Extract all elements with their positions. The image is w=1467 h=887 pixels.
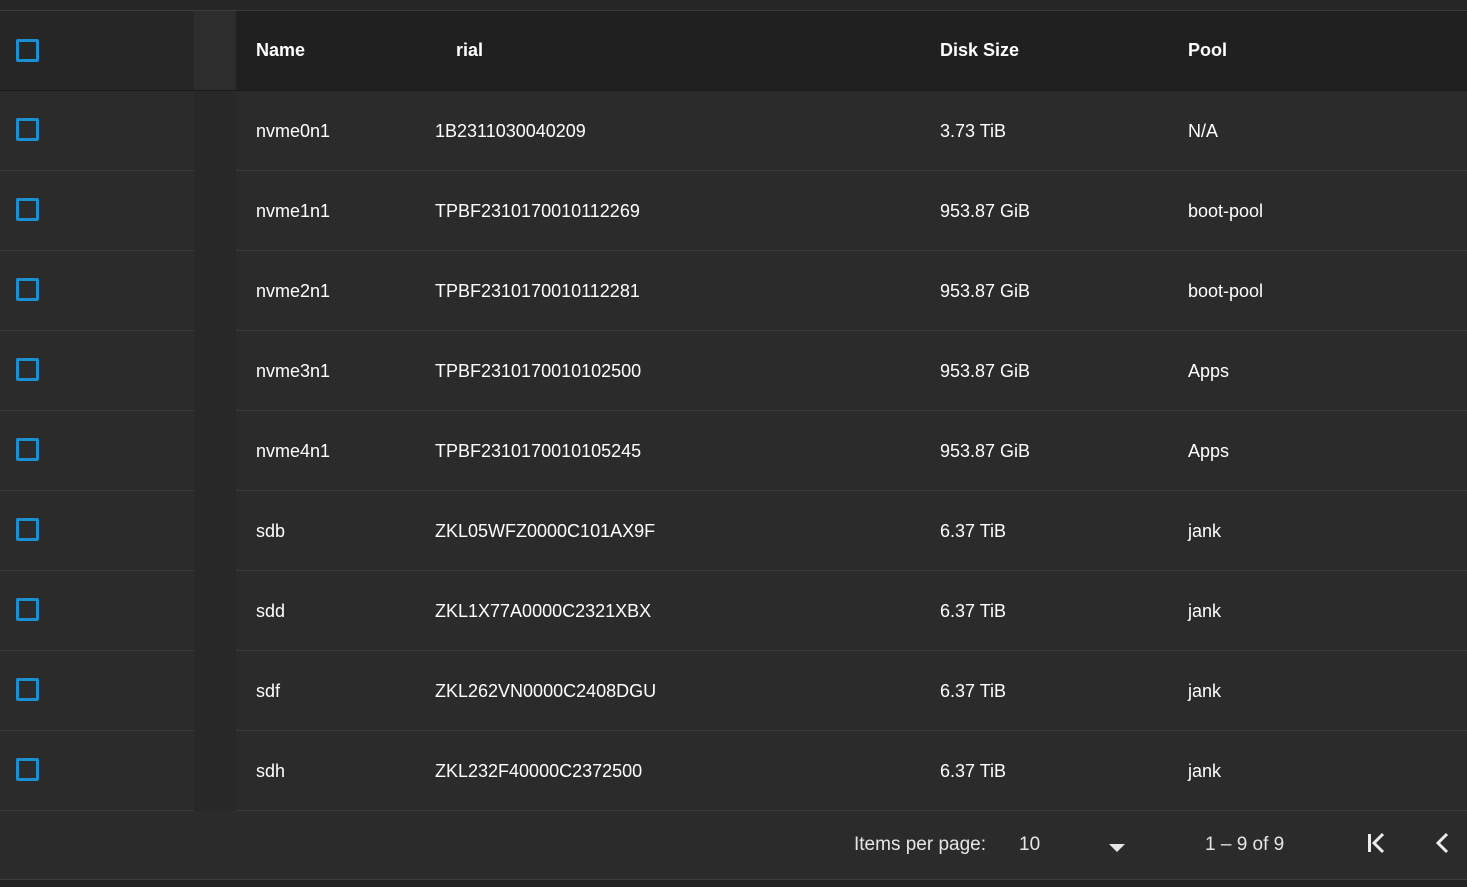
cell-serial: 1B2311030040209	[435, 121, 586, 141]
table-row[interactable]: nvme4n1 TPBF2310170010105245 953.87 GiB App…	[0, 411, 1467, 491]
column-header-disk-size[interactable]: Disk Size	[940, 11, 1019, 90]
cell-pool: jank	[1188, 521, 1222, 541]
cell-serial: ZKL262VN0000C2408DGU	[435, 681, 657, 701]
cell-pool: jank	[1188, 681, 1222, 701]
cell-disk-size: 6.37 TiB	[940, 681, 1007, 701]
table-row[interactable]: sdd ZKL1X77A0000C2321XBX 6.37 TiB jank	[0, 571, 1467, 651]
table-row[interactable]: nvme3n1 TPBF2310170010102500 953.87 GiB App…	[0, 331, 1467, 411]
row-spacer	[194, 171, 236, 251]
cell-serial: ZKL232F40000C2372500	[435, 761, 643, 781]
cell-disk-size: 953.87 GiB	[940, 201, 1031, 221]
cell-name: nvme1n1	[256, 201, 331, 221]
table-header: Name rial Disk Size Pool	[0, 11, 1467, 91]
select-all-checkbox[interactable]	[16, 39, 39, 62]
items-per-page-label: Items per page:	[854, 834, 987, 855]
row-spacer	[194, 411, 236, 491]
first-page-icon	[1364, 831, 1388, 860]
column-header-pool[interactable]: Pool	[1188, 11, 1227, 90]
cell-disk-size: 6.37 TiB	[940, 761, 1007, 781]
cell-serial: TPBF2310170010102500	[435, 361, 642, 381]
cell-disk-size: 953.87 GiB	[940, 281, 1031, 301]
cell-disk-size: 6.37 TiB	[940, 521, 1007, 541]
cell-serial: ZKL05WFZ0000C101AX9F	[435, 521, 656, 541]
row-checkbox[interactable]	[16, 758, 39, 781]
row-spacer	[194, 571, 236, 651]
row-checkbox[interactable]	[16, 118, 39, 141]
page-size-select[interactable]: 10	[1010, 821, 1140, 869]
row-spacer	[194, 731, 236, 811]
column-header-serial[interactable]: rial	[456, 11, 483, 90]
column-header-name[interactable]: Name	[256, 11, 305, 90]
cell-name: nvme2n1	[256, 281, 331, 301]
table-row[interactable]: nvme1n1 TPBF2310170010112269 953.87 GiB boo…	[0, 171, 1467, 251]
top-edge-strip	[0, 0, 1467, 11]
cell-serial: ZKL1X77A0000C2321XBX	[435, 601, 652, 621]
cell-serial: TPBF2310170010112269	[435, 201, 640, 221]
cell-name: sdh	[256, 761, 286, 781]
cell-name: nvme3n1	[256, 361, 331, 381]
caret-down-icon	[1108, 840, 1126, 858]
header-select-cell	[0, 11, 194, 90]
cell-serial: TPBF2310170010105245	[435, 441, 642, 461]
cell-name: nvme4n1	[256, 441, 331, 461]
cell-pool: jank	[1188, 601, 1222, 621]
table-row[interactable]: nvme0n1 1B2311030040209 3.73 TiB N/A	[0, 91, 1467, 171]
range-label: 1 – 9 of 9	[1205, 834, 1285, 855]
chevron-left-icon	[1430, 831, 1454, 860]
cell-disk-size: 6.37 TiB	[940, 601, 1007, 621]
row-checkbox[interactable]	[16, 358, 39, 381]
row-spacer	[194, 331, 236, 411]
cell-disk-size: 3.73 TiB	[940, 121, 1007, 141]
cell-pool: jank	[1188, 761, 1222, 781]
cell-pool: boot-pool	[1188, 281, 1264, 301]
paginator: Items per page: 10 1 – 9 of 9	[0, 811, 1467, 879]
table-row[interactable]: sdh ZKL232F40000C2372500 6.37 TiB jank	[0, 731, 1467, 811]
row-spacer	[194, 651, 236, 731]
cell-pool: Apps	[1188, 361, 1230, 381]
cell-pool: N/A	[1188, 121, 1219, 141]
row-spacer	[194, 251, 236, 331]
row-spacer	[194, 491, 236, 571]
row-checkbox[interactable]	[16, 278, 39, 301]
cell-serial: TPBF2310170010112281	[435, 281, 640, 301]
previous-page-button[interactable]	[1426, 829, 1458, 861]
row-checkbox[interactable]	[16, 678, 39, 701]
cell-disk-size: 953.87 GiB	[940, 441, 1031, 461]
cell-name: sdd	[256, 601, 286, 621]
cell-disk-size: 953.87 GiB	[940, 361, 1031, 381]
page-size-value: 10	[1019, 834, 1041, 855]
cell-name: sdb	[256, 521, 286, 541]
row-checkbox[interactable]	[16, 438, 39, 461]
cell-pool: boot-pool	[1188, 201, 1264, 221]
cell-name: sdf	[256, 681, 281, 701]
row-checkbox[interactable]	[16, 198, 39, 221]
first-page-button[interactable]	[1360, 829, 1392, 861]
table-row[interactable]: sdb ZKL05WFZ0000C101AX9F 6.37 TiB jank	[0, 491, 1467, 571]
row-spacer	[194, 91, 236, 171]
cell-pool: Apps	[1188, 441, 1230, 461]
cell-name: nvme0n1	[256, 121, 331, 141]
row-checkbox[interactable]	[16, 518, 39, 541]
table-row[interactable]: nvme2n1 TPBF2310170010112281 953.87 GiB boo…	[0, 251, 1467, 331]
header-spacer	[194, 11, 236, 90]
row-checkbox[interactable]	[16, 598, 39, 621]
table-row[interactable]: sdf ZKL262VN0000C2408DGU 6.37 TiB jank	[0, 651, 1467, 731]
